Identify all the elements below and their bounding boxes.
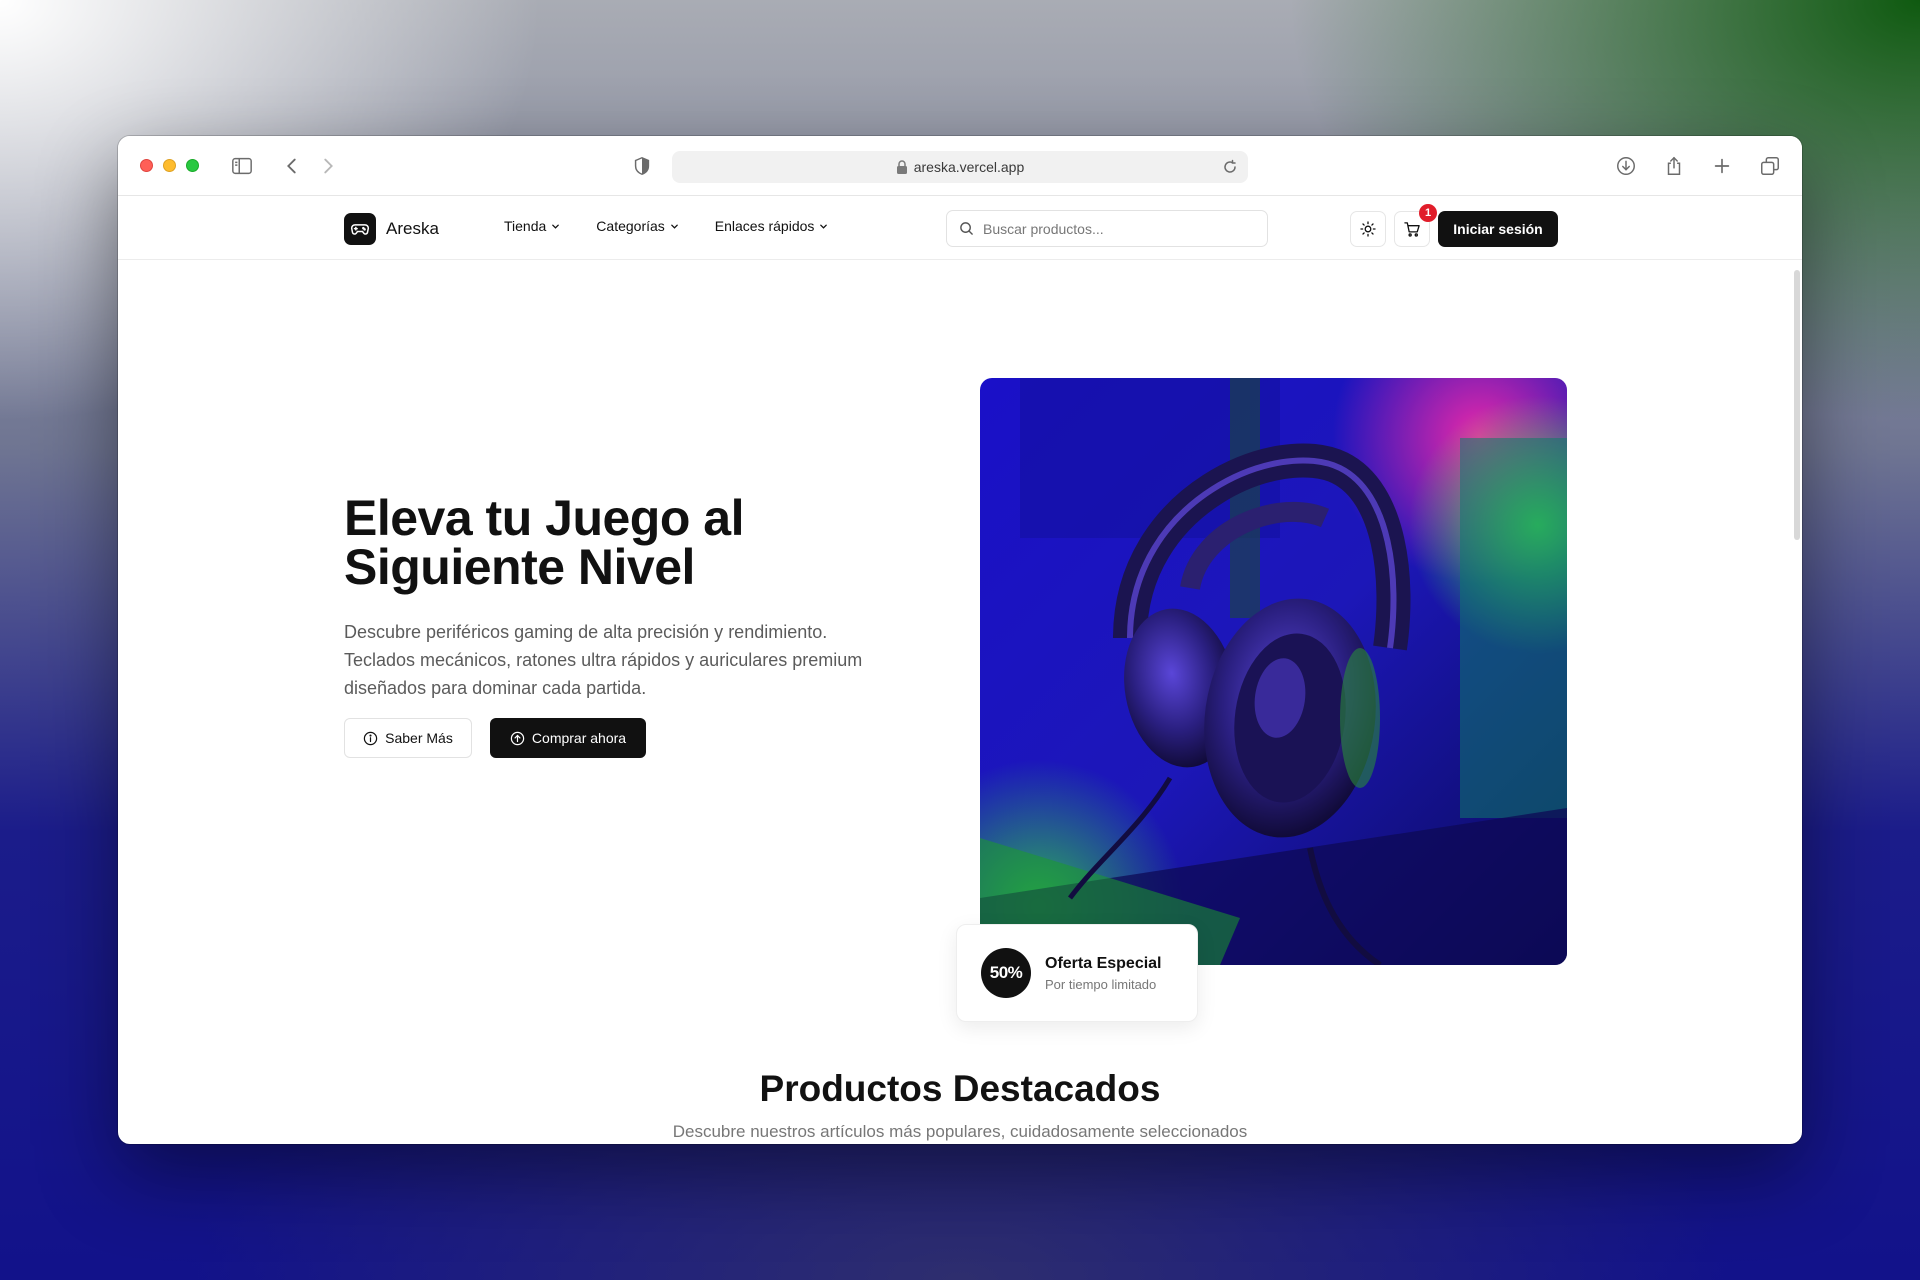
chevron-down-icon xyxy=(670,224,678,229)
site-header: Areska Tienda Categorías Enlaces rápidos xyxy=(118,196,1802,260)
info-icon xyxy=(363,731,378,745)
login-button[interactable]: Iniciar sesión xyxy=(1438,211,1558,247)
chevron-down-icon xyxy=(552,224,560,229)
hero-description: Descubre periféricos gaming de alta prec… xyxy=(344,622,863,698)
hero-headset-image xyxy=(980,378,1567,965)
nav-tienda[interactable]: Tienda xyxy=(504,218,560,234)
sun-icon xyxy=(1360,221,1376,237)
offer-subtitle: Por tiempo limitado xyxy=(1045,976,1157,992)
privacy-shield-icon[interactable] xyxy=(630,154,654,178)
hero-title: Eleva tu Juego al Siguiente Nivel xyxy=(344,493,864,595)
brand-link[interactable]: Areska xyxy=(344,213,439,245)
featured-products-title: Productos Destacados xyxy=(759,1068,1161,1109)
special-offer-card: 50% Oferta Especial Por tiempo limitado xyxy=(956,924,1198,1022)
shopping-cart-icon xyxy=(1403,221,1420,237)
cart-button[interactable]: 1 xyxy=(1394,204,1437,247)
share-icon[interactable] xyxy=(1662,154,1686,178)
theme-toggle-button[interactable] xyxy=(1350,211,1386,247)
hero-title-line-1: Eleva tu Juego al xyxy=(344,490,744,546)
gamepad-logo-icon xyxy=(344,213,376,245)
sidebar-toggle-icon[interactable] xyxy=(230,154,254,178)
download-icon[interactable] xyxy=(1614,154,1638,178)
nav-label: Categorías xyxy=(596,218,665,234)
new-tab-icon[interactable] xyxy=(1710,154,1734,178)
back-icon[interactable] xyxy=(280,154,304,178)
search-input[interactable] xyxy=(983,220,1243,237)
nav-label: Tienda xyxy=(504,218,547,234)
arrow-up-circle-icon xyxy=(510,731,525,745)
reload-icon[interactable] xyxy=(1222,159,1238,175)
close-window-button[interactable] xyxy=(140,159,153,172)
nav-label: Enlaces rápidos xyxy=(714,218,815,234)
main-content: Eleva tu Juego al Siguiente Nivel Descub… xyxy=(118,260,1802,1144)
learn-more-button[interactable]: Saber Más xyxy=(344,718,472,758)
tab-overview-icon[interactable] xyxy=(1758,154,1782,178)
maximize-window-button[interactable] xyxy=(186,159,199,172)
scrollbar[interactable] xyxy=(1794,270,1800,540)
brand-name: Areska xyxy=(386,219,439,238)
buy-now-button[interactable]: Comprar ahora xyxy=(490,718,646,758)
chevron-down-icon xyxy=(820,224,828,229)
learn-more-label: Saber Más xyxy=(385,730,453,746)
hero-title-line-2: Siguiente Nivel xyxy=(344,539,695,595)
browser-window: areska.vercel.app Areska Tienda Categorí… xyxy=(118,136,1802,1144)
address-bar[interactable]: areska.vercel.app xyxy=(672,151,1248,183)
minimize-window-button[interactable] xyxy=(163,159,176,172)
offer-title: Oferta Especial xyxy=(1045,954,1162,972)
browser-toolbar: areska.vercel.app xyxy=(118,136,1802,196)
featured-products-subtitle: Descubre nuestros artículos más populare… xyxy=(672,1122,1248,1141)
nav-categorias[interactable]: Categorías xyxy=(596,218,678,234)
search-box xyxy=(946,210,1268,247)
forward-icon[interactable] xyxy=(316,154,340,178)
url-text: areska.vercel.app xyxy=(913,159,1025,175)
main-nav: Tienda Categorías Enlaces rápidos xyxy=(504,218,828,234)
nav-enlaces-rapidos[interactable]: Enlaces rápidos xyxy=(715,218,829,234)
lock-icon xyxy=(896,160,907,174)
cart-count-badge: 1 xyxy=(1419,204,1437,222)
buy-now-label: Comprar ahora xyxy=(531,730,627,746)
discount-badge: 50% xyxy=(981,948,1031,998)
window-controls xyxy=(140,159,199,172)
search-icon xyxy=(960,222,973,235)
